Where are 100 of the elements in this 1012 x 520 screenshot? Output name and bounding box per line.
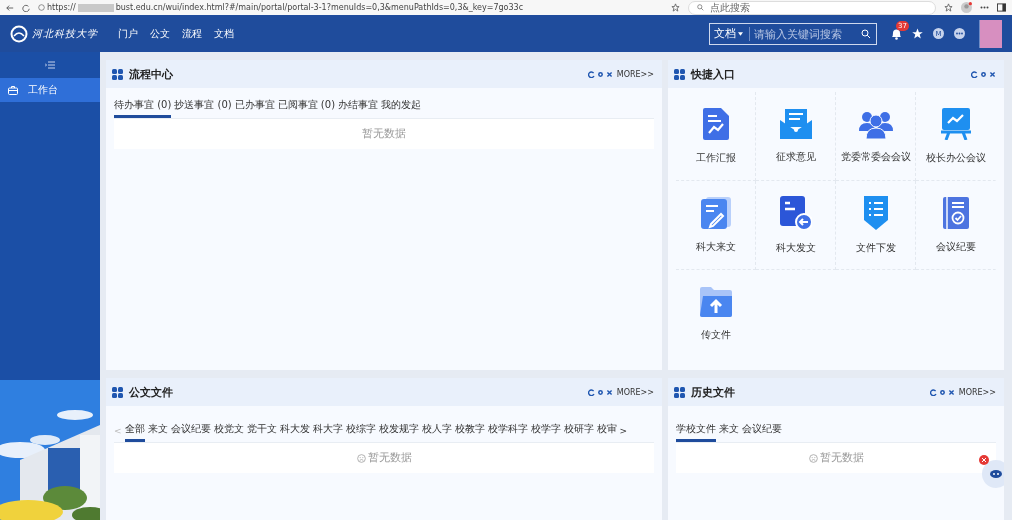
quick-entry-item[interactable]: 文件下发 <box>836 181 916 270</box>
tab[interactable]: 校综字 <box>345 420 376 442</box>
quick-entry-item[interactable]: 会议纪要 <box>916 181 996 270</box>
refresh-icon[interactable] <box>929 388 937 396</box>
tab[interactable]: 校发规字 <box>378 420 419 442</box>
logo-emblem-icon <box>10 24 28 43</box>
tab[interactable]: 已办事宜 <box>234 96 275 118</box>
user-avatar[interactable] <box>979 19 1002 48</box>
star-outline-icon[interactable] <box>671 3 680 12</box>
tab[interactable]: 校学科字 <box>487 420 528 442</box>
more-icon[interactable] <box>954 28 965 39</box>
panel-title: 公文文件 <box>129 384 174 400</box>
tab[interactable]: 校教字 <box>454 420 485 442</box>
sad-face-icon <box>356 453 366 463</box>
chat-robot-icon[interactable] <box>978 454 1004 488</box>
refresh-icon[interactable] <box>587 70 595 78</box>
tab[interactable]: 科大发 <box>279 420 310 442</box>
next-arrow[interactable]: > <box>619 426 628 436</box>
tab[interactable]: 我的发起 <box>381 96 422 118</box>
menu-toggle-icon[interactable] <box>45 61 55 69</box>
presentation-board-icon <box>940 107 971 140</box>
favorites-icon[interactable] <box>944 3 953 12</box>
tab[interactable]: 办结事宜 <box>338 96 379 118</box>
panel-title: 快捷入口 <box>691 66 736 82</box>
quick-entry-item[interactable]: 科大来文 <box>676 181 756 270</box>
quick-entry-item[interactable]: 传文件 <box>676 270 756 359</box>
tab[interactable]: 校人字 <box>421 420 452 442</box>
tab[interactable]: 抄送事宜 (0) <box>174 96 232 118</box>
tab[interactable]: 校党文 <box>213 420 244 442</box>
quick-entry-label: 征求意见 <box>775 150 816 164</box>
settings-icon[interactable] <box>980 70 987 78</box>
search-field[interactable]: 文档 请输入关键词搜索 <box>709 22 877 45</box>
grid-icon <box>674 386 685 398</box>
nav-link[interactable]: 流程 <box>182 26 202 41</box>
panel-title: 流程中心 <box>129 66 174 82</box>
profile-icon[interactable] <box>961 2 972 13</box>
sidebar-icon[interactable] <box>997 3 1006 12</box>
quick-entry-item[interactable]: 工作汇报 <box>676 92 756 181</box>
tab[interactable]: 会议纪要 <box>742 420 782 442</box>
nav-link[interactable]: 门户 <box>118 26 138 41</box>
info-icon <box>38 4 45 11</box>
settings-icon[interactable] <box>596 388 604 396</box>
sidebar-item[interactable]: 工作台 <box>0 78 100 102</box>
search-icon <box>697 4 704 11</box>
close-icon[interactable] <box>947 388 955 396</box>
tab[interactable]: 科大字 <box>312 420 343 442</box>
folder-upload-icon <box>699 286 732 317</box>
empty-text: 暂无数据 <box>367 451 412 465</box>
grid-icon <box>112 68 123 80</box>
nav-link[interactable]: 文档 <box>214 26 234 41</box>
quick-entry-label: 科大来文 <box>695 240 736 254</box>
scope-dropdown[interactable]: 文档 <box>710 26 750 41</box>
reload-icon[interactable] <box>22 3 30 12</box>
more-link[interactable]: MORE>> <box>958 387 996 397</box>
empty-text: 暂无数据 <box>819 451 864 465</box>
grid-icon <box>112 386 123 398</box>
panel-title: 历史文件 <box>691 384 736 400</box>
close-icon[interactable] <box>605 70 613 78</box>
briefcase-icon <box>8 85 18 95</box>
browser-search-field[interactable]: 点此搜索 <box>688 0 936 15</box>
tab[interactable]: 来文 <box>147 420 168 442</box>
more-link[interactable]: MORE>> <box>616 69 654 79</box>
quick-entry-item[interactable]: 党委常委会会议 <box>836 92 916 181</box>
tab[interactable]: 校研字 <box>563 420 594 442</box>
star-icon[interactable] <box>912 28 923 39</box>
quick-entry-label: 文件下发 <box>855 241 896 255</box>
tab[interactable]: 校学字 <box>530 420 561 442</box>
tab[interactable]: 来文 <box>719 420 739 442</box>
more-icon[interactable] <box>980 6 989 9</box>
document-arrow-icon <box>779 195 812 230</box>
tab[interactable]: 校审 <box>596 420 617 442</box>
refresh-icon[interactable] <box>971 70 978 78</box>
quick-entry-item[interactable]: 科大发文 <box>756 181 836 270</box>
refresh-icon[interactable] <box>587 388 595 396</box>
settings-icon[interactable] <box>938 388 946 396</box>
quick-entry-label: 会议纪要 <box>935 240 976 254</box>
settings-icon[interactable] <box>596 70 604 78</box>
quick-entry-label: 科大发文 <box>775 241 816 255</box>
more-link[interactable]: MORE>> <box>616 387 654 397</box>
close-icon[interactable] <box>989 70 996 78</box>
tab[interactable]: 已阅事宜 (0) <box>277 96 336 118</box>
empty-text: 暂无数据 <box>362 127 406 141</box>
grid-icon <box>674 68 685 80</box>
logo-text: 河北科技大学 <box>32 26 98 41</box>
envelope-icon <box>779 108 812 139</box>
close-icon[interactable] <box>605 388 613 396</box>
search-icon[interactable] <box>861 28 871 39</box>
address-bar[interactable]: https:// bust.edu.cn/wui/index.html?#/main/portal/portal-3-1?menuIds=0,3&menuPathIds=0,3&_key=7go33c <box>38 3 663 12</box>
back-icon[interactable] <box>6 3 14 12</box>
quick-entry-item[interactable]: 征求意见 <box>756 92 836 181</box>
tab[interactable]: 党干文 <box>246 420 277 442</box>
quick-entry-item[interactable]: 校长办公会议 <box>916 92 996 181</box>
quick-entry-label: 工作汇报 <box>695 151 736 165</box>
quick-entry-label: 党委常委会会议 <box>840 150 911 164</box>
report-document-icon <box>702 107 729 140</box>
nav-link[interactable]: 公文 <box>150 26 170 41</box>
sad-face-icon <box>808 453 818 463</box>
tab[interactable]: 会议纪要 <box>170 420 211 442</box>
bell-icon[interactable] <box>891 27 902 40</box>
caret-icon <box>738 31 743 36</box>
